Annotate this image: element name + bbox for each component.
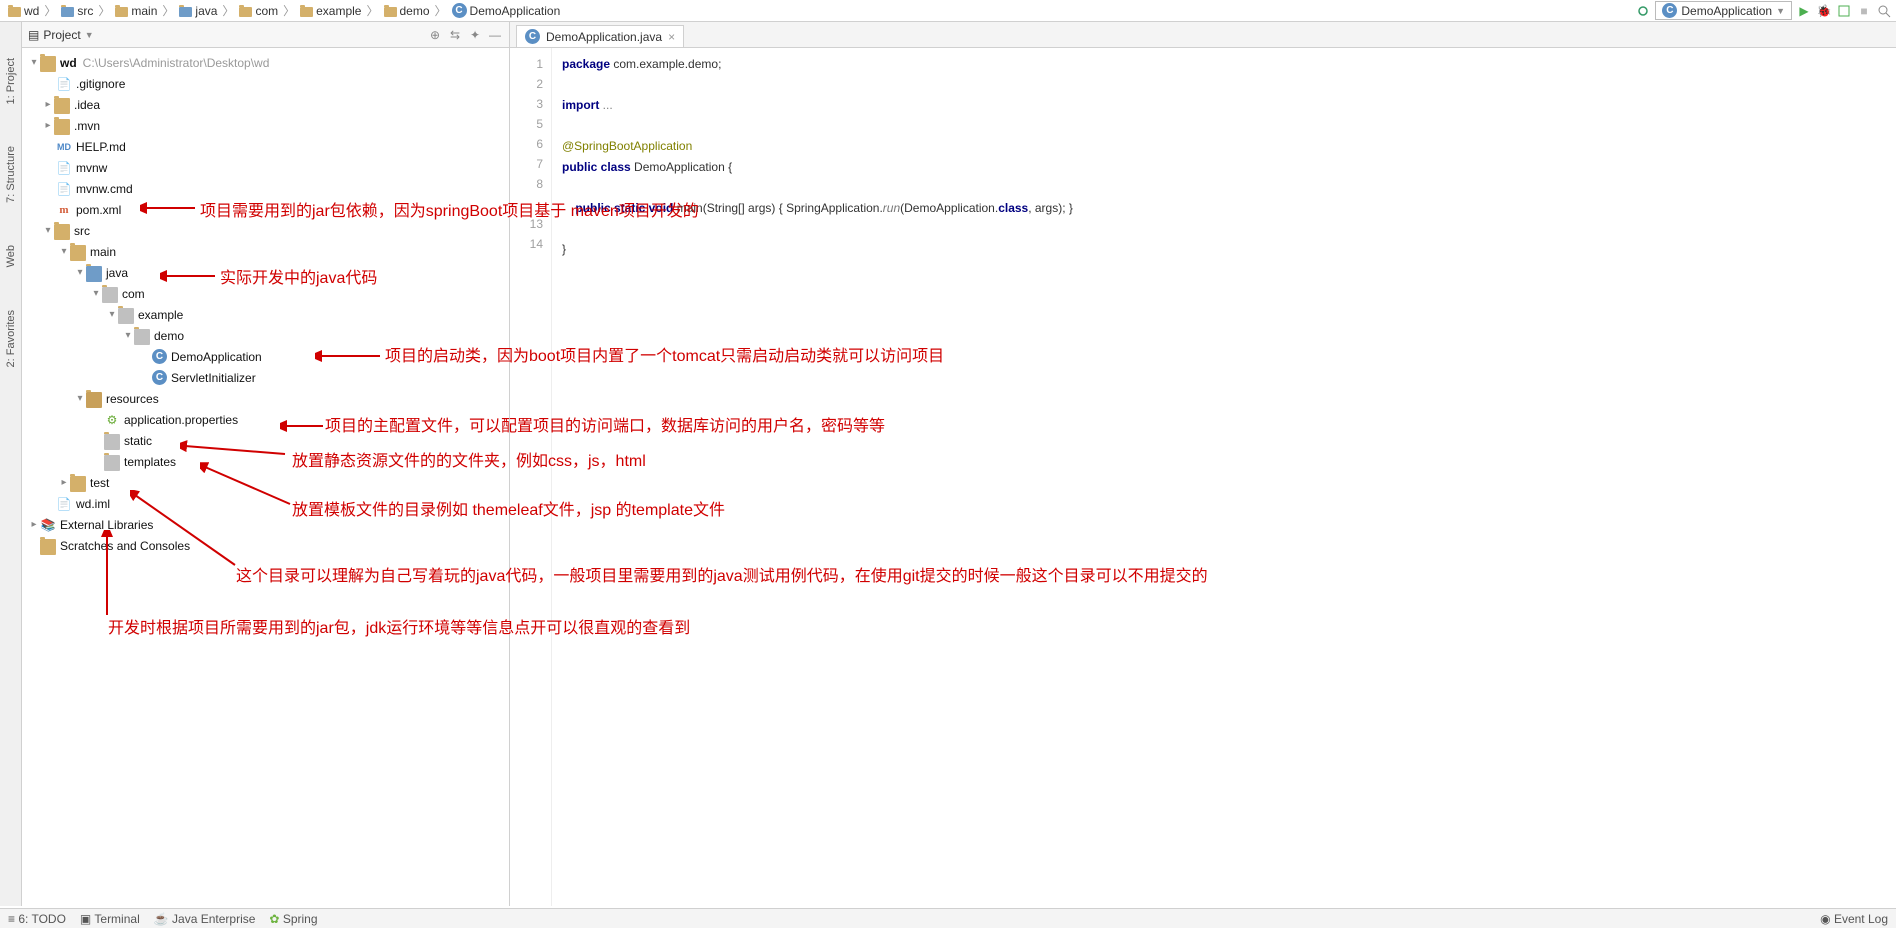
project-tree[interactable]: ▾wdC:\Users\Administrator\Desktop\wd 📄.g… [22,48,509,906]
left-tool-strip: 1: Project 7: Structure Web 2: Favorites [0,22,22,906]
project-panel-header: ▤ Project ▼ ⊕ ⇆ ✦ — [22,22,509,48]
library-icon: 📚 [40,517,56,533]
vtab-structure[interactable]: 7: Structure [3,140,19,209]
bb-javaent[interactable]: ☕ Java Enterprise [154,912,256,926]
bc-src[interactable]: src [59,4,95,18]
node-mvnw[interactable]: 📄mvnw [22,157,509,178]
node-java[interactable]: ▾java [22,262,509,283]
maven-icon: m [56,204,72,216]
run-config-combo[interactable]: C DemoApplication ▼ [1655,1,1792,20]
run-config-label: DemoApplication [1681,4,1772,18]
tab-demoapplication[interactable]: C DemoApplication.java × [516,25,684,47]
node-idea[interactable]: ▸.idea [22,94,509,115]
node-com[interactable]: ▾com [22,283,509,304]
bc-wd[interactable]: wd [6,4,41,18]
node-example[interactable]: ▾example [22,304,509,325]
select-opened-icon[interactable]: ⊕ [427,27,443,43]
node-pom[interactable]: mpom.xml [22,199,509,220]
debug-icon[interactable]: 🐞 [1816,3,1832,19]
node-appprops[interactable]: ⚙application.properties [22,409,509,430]
bc-main[interactable]: main [113,4,159,18]
vtab-web[interactable]: Web [3,239,19,273]
bb-eventlog[interactable]: ◉ Event Log [1820,912,1888,926]
gear-icon[interactable]: ✦ [467,27,483,43]
chevron-down-icon: ▼ [1776,6,1785,16]
editor-panel: C DemoApplication.java × 12356 ▶7 8 1314… [510,22,1896,906]
editor-tabs: C DemoApplication.java × [510,22,1896,48]
props-icon: ⚙ [104,412,120,428]
project-icon: ▤ [28,28,39,42]
node-root[interactable]: ▾wdC:\Users\Administrator\Desktop\wd [22,52,509,73]
editor-body[interactable]: 12356 ▶7 8 1314 package com.example.demo… [510,48,1896,906]
bc-demoapp[interactable]: CDemoApplication [450,3,563,18]
stop-icon[interactable]: ■ [1856,3,1872,19]
hide-icon[interactable]: — [487,27,503,43]
bb-terminal[interactable]: ▣ Terminal [80,912,140,926]
toolbar-right: C DemoApplication ▼ ▶ 🐞 ■ [1635,1,1892,20]
class-icon: C [152,349,167,364]
bc-demo[interactable]: demo [382,4,432,18]
vtab-project[interactable]: 1: Project [3,52,19,110]
bb-todo[interactable]: ≡ 6: TODO [8,912,66,926]
run-icon[interactable]: ▶ [1796,3,1812,19]
class-icon: C [525,29,540,44]
project-panel: ▤ Project ▼ ⊕ ⇆ ✦ — ▾wdC:\Users\Administ… [22,22,510,906]
coverage-icon[interactable] [1836,3,1852,19]
node-resources[interactable]: ▾resources [22,388,509,409]
scratch-icon [40,539,56,555]
node-demoapp[interactable]: CDemoApplication [22,346,509,367]
node-mvn[interactable]: ▸.mvn [22,115,509,136]
project-title: Project [43,28,80,42]
bottom-bar: ≡ 6: TODO ▣ Terminal ☕ Java Enterprise ✿… [0,908,1896,928]
node-extlib[interactable]: ▸📚External Libraries [22,514,509,535]
node-demo[interactable]: ▾demo [22,325,509,346]
breadcrumb-bar: wd〉 src〉 main〉 java〉 com〉 example〉 demo〉… [0,0,1896,22]
node-help[interactable]: MDHELP.md [22,136,509,157]
bc-example[interactable]: example [298,4,363,18]
node-scratches[interactable]: Scratches and Consoles [22,535,509,556]
chevron-down-icon[interactable]: ▼ [85,30,94,40]
class-icon: C [1662,3,1677,18]
code-area[interactable]: package com.example.demo; import ... @Sp… [552,48,1896,906]
node-static[interactable]: static [22,430,509,451]
sync-icon[interactable] [1635,3,1651,19]
search-icon[interactable] [1876,3,1892,19]
close-icon[interactable]: × [668,30,675,44]
node-mvnwcmd[interactable]: 📄mvnw.cmd [22,178,509,199]
gutter: 12356 ▶7 8 1314 [510,48,552,906]
expand-all-icon[interactable]: ⇆ [447,27,463,43]
node-servletinit[interactable]: CServletInitializer [22,367,509,388]
node-main[interactable]: ▾main [22,241,509,262]
node-src[interactable]: ▾src [22,220,509,241]
node-templates[interactable]: templates [22,451,509,472]
bb-spring[interactable]: ✿ Spring [269,912,317,926]
node-test[interactable]: ▸test [22,472,509,493]
bc-java[interactable]: java [177,4,219,18]
class-icon: C [152,370,167,385]
tab-label: DemoApplication.java [546,30,662,44]
node-gitignore[interactable]: 📄.gitignore [22,73,509,94]
vtab-favorites[interactable]: 2: Favorites [3,304,19,373]
bc-com[interactable]: com [237,4,280,18]
node-wdiml[interactable]: 📄wd.iml [22,493,509,514]
